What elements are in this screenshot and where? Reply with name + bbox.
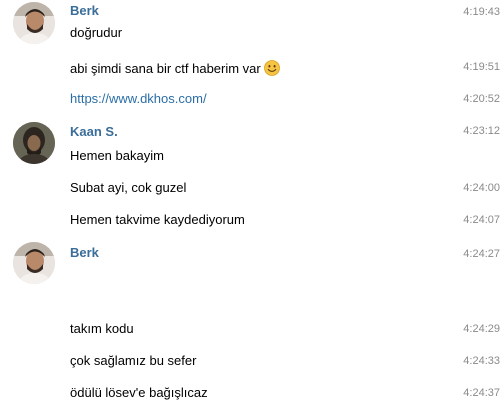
sender-name[interactable]: Berk [70,245,99,261]
message-timestamp: 4:19:43 [463,6,500,18]
avatar-berk[interactable] [13,242,55,284]
berk-avatar-icon [13,242,55,284]
message-text: Hemen bakayim [70,148,164,163]
message-link[interactable]: https://www.dkhos.com/ [70,91,207,107]
message-text-content: abi şimdi sana bir ctf haberim var [70,61,261,76]
sender-name[interactable]: Kaan S. [70,124,118,140]
message-timestamp: 4:24:37 [463,387,500,399]
message-text: Hemen takvime kaydediyorum [70,212,245,227]
message-timestamp: 4:19:51 [463,61,500,73]
avatar-kaan[interactable] [13,122,55,164]
message-text: takım kodu [70,321,134,336]
message-timestamp: 4:20:52 [463,93,500,105]
message-text: çok sağlamız bu sefer [70,353,197,368]
smiling-face-emoji-icon [263,60,280,76]
message-timestamp: 4:24:27 [463,248,500,260]
sender-name[interactable]: Berk [70,3,99,19]
message-text: ödülü lösev'e bağışlıcaz [70,385,208,400]
message-timestamp: 4:24:00 [463,182,500,194]
berk-avatar-icon [13,2,55,44]
message-text: abi şimdi sana bir ctf haberim var [70,60,280,77]
avatar-berk[interactable] [13,2,55,44]
message-timestamp: 4:24:29 [463,323,500,335]
message-timestamp: 4:23:12 [463,125,500,137]
message-text: Subat ayi, cok guzel [70,180,187,195]
kaan-avatar-icon [13,122,55,164]
message-timestamp: 4:24:07 [463,214,500,226]
message-text: doğrudur [70,25,123,40]
message-timestamp: 4:24:33 [463,355,500,367]
